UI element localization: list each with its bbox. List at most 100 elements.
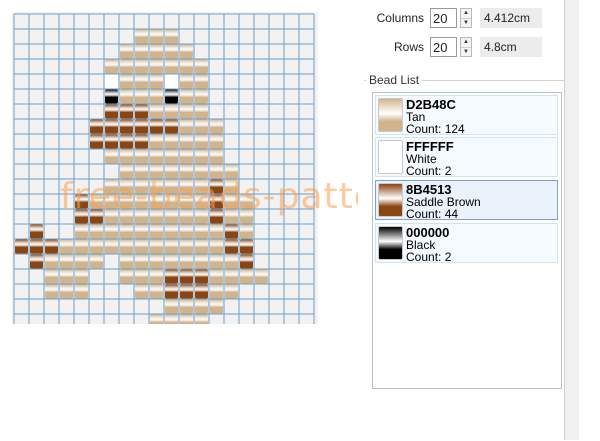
bead-cell[interactable]	[75, 209, 88, 224]
bead-cell[interactable]	[120, 194, 133, 209]
bead-cell[interactable]	[165, 59, 178, 74]
bead-cell[interactable]	[120, 239, 133, 254]
bead-cell[interactable]	[135, 209, 148, 224]
rows-up-arrow-icon[interactable]: ▲	[461, 38, 471, 48]
bead-cell[interactable]	[30, 224, 43, 239]
bead-cell[interactable]	[30, 239, 43, 254]
bead-cell[interactable]	[195, 179, 208, 194]
bead-cell[interactable]	[195, 134, 208, 149]
bead-cell[interactable]	[90, 194, 103, 209]
bead-cell[interactable]	[195, 89, 208, 104]
columns-spinner[interactable]: ▲ ▼	[460, 8, 472, 28]
bead-cell[interactable]	[180, 209, 193, 224]
bead-cell[interactable]	[90, 239, 103, 254]
bead-cell[interactable]	[225, 224, 238, 239]
bead-cell[interactable]	[150, 119, 163, 134]
bead-cell[interactable]	[165, 269, 178, 284]
bead-cell[interactable]	[210, 254, 223, 269]
bead-cell[interactable]	[60, 284, 73, 299]
bead-cell[interactable]	[195, 284, 208, 299]
bead-cell[interactable]	[135, 59, 148, 74]
bead-cell[interactable]	[195, 254, 208, 269]
bead-cell[interactable]	[195, 269, 208, 284]
bead-cell[interactable]	[165, 284, 178, 299]
bead-cell[interactable]	[210, 209, 223, 224]
bead-cell[interactable]	[180, 224, 193, 239]
bead-cell[interactable]	[210, 149, 223, 164]
bead-cell[interactable]	[75, 194, 88, 209]
bead-cell[interactable]	[60, 254, 73, 269]
bead-cell[interactable]	[165, 164, 178, 179]
bead-cell[interactable]	[30, 254, 43, 269]
bead-cell[interactable]	[45, 284, 58, 299]
bead-cell[interactable]	[135, 134, 148, 149]
bead-cell[interactable]	[150, 59, 163, 74]
bead-cell[interactable]	[135, 194, 148, 209]
bead-cell[interactable]	[225, 239, 238, 254]
bead-cell[interactable]	[90, 119, 103, 134]
vertical-scrollbar[interactable]	[564, 0, 579, 440]
bead-cell[interactable]	[135, 74, 148, 89]
bead-cell[interactable]	[75, 239, 88, 254]
bead-cell[interactable]	[180, 164, 193, 179]
bead-cell[interactable]	[150, 179, 163, 194]
bead-cell[interactable]	[90, 134, 103, 149]
bead-cell[interactable]	[60, 269, 73, 284]
bead-cell[interactable]	[135, 179, 148, 194]
bead-item-black[interactable]: 000000 Black Count: 2	[375, 223, 558, 264]
bead-cell[interactable]	[210, 299, 223, 314]
bead-cell[interactable]	[150, 209, 163, 224]
bead-cell[interactable]	[90, 209, 103, 224]
bead-cell[interactable]	[195, 59, 208, 74]
bead-cell[interactable]	[165, 224, 178, 239]
bead-cell[interactable]	[180, 179, 193, 194]
bead-cell[interactable]	[210, 284, 223, 299]
bead-item-tan[interactable]: D2B48C Tan Count: 124	[375, 95, 558, 136]
bead-cell[interactable]	[135, 239, 148, 254]
bead-cell[interactable]	[165, 89, 178, 104]
bead-cell[interactable]	[195, 209, 208, 224]
bead-cell[interactable]	[120, 44, 133, 59]
rows-input[interactable]: 20	[430, 37, 457, 57]
bead-cell[interactable]	[120, 164, 133, 179]
bead-cell[interactable]	[105, 89, 118, 104]
bead-cell[interactable]	[135, 224, 148, 239]
bead-cell[interactable]	[105, 134, 118, 149]
bead-cell[interactable]	[195, 314, 208, 325]
bead-cell[interactable]	[165, 104, 178, 119]
bead-cell[interactable]	[195, 104, 208, 119]
bead-cell[interactable]	[135, 104, 148, 119]
bead-grid[interactable]	[12, 12, 318, 324]
bead-cell[interactable]	[135, 164, 148, 179]
bead-cell[interactable]	[150, 74, 163, 89]
rows-spinner[interactable]: ▲ ▼	[460, 37, 472, 57]
bead-cell[interactable]	[135, 89, 148, 104]
bead-cell[interactable]	[120, 209, 133, 224]
bead-cell[interactable]	[120, 89, 133, 104]
columns-input[interactable]: 20	[430, 8, 457, 28]
bead-cell[interactable]	[15, 239, 28, 254]
bead-cell[interactable]	[165, 29, 178, 44]
bead-cell[interactable]	[180, 239, 193, 254]
bead-grid-panel[interactable]	[12, 12, 318, 324]
bead-cell[interactable]	[150, 89, 163, 104]
bead-listbox[interactable]: D2B48C Tan Count: 124 FFFFFF White Count…	[372, 92, 562, 389]
bead-cell[interactable]	[225, 254, 238, 269]
bead-cell[interactable]	[255, 269, 268, 284]
bead-cell[interactable]	[75, 254, 88, 269]
bead-cell[interactable]	[105, 239, 118, 254]
bead-cell[interactable]	[120, 59, 133, 74]
bead-cell[interactable]	[180, 74, 193, 89]
bead-item-white[interactable]: FFFFFF White Count: 2	[375, 137, 558, 178]
bead-cell[interactable]	[105, 224, 118, 239]
bead-cell[interactable]	[225, 269, 238, 284]
bead-cell[interactable]	[135, 149, 148, 164]
bead-cell[interactable]	[45, 269, 58, 284]
bead-cell[interactable]	[180, 89, 193, 104]
bead-cell[interactable]	[105, 149, 118, 164]
bead-cell[interactable]	[195, 239, 208, 254]
bead-cell[interactable]	[150, 29, 163, 44]
bead-cell[interactable]	[240, 239, 253, 254]
bead-cell[interactable]	[105, 194, 118, 209]
bead-cell[interactable]	[120, 104, 133, 119]
